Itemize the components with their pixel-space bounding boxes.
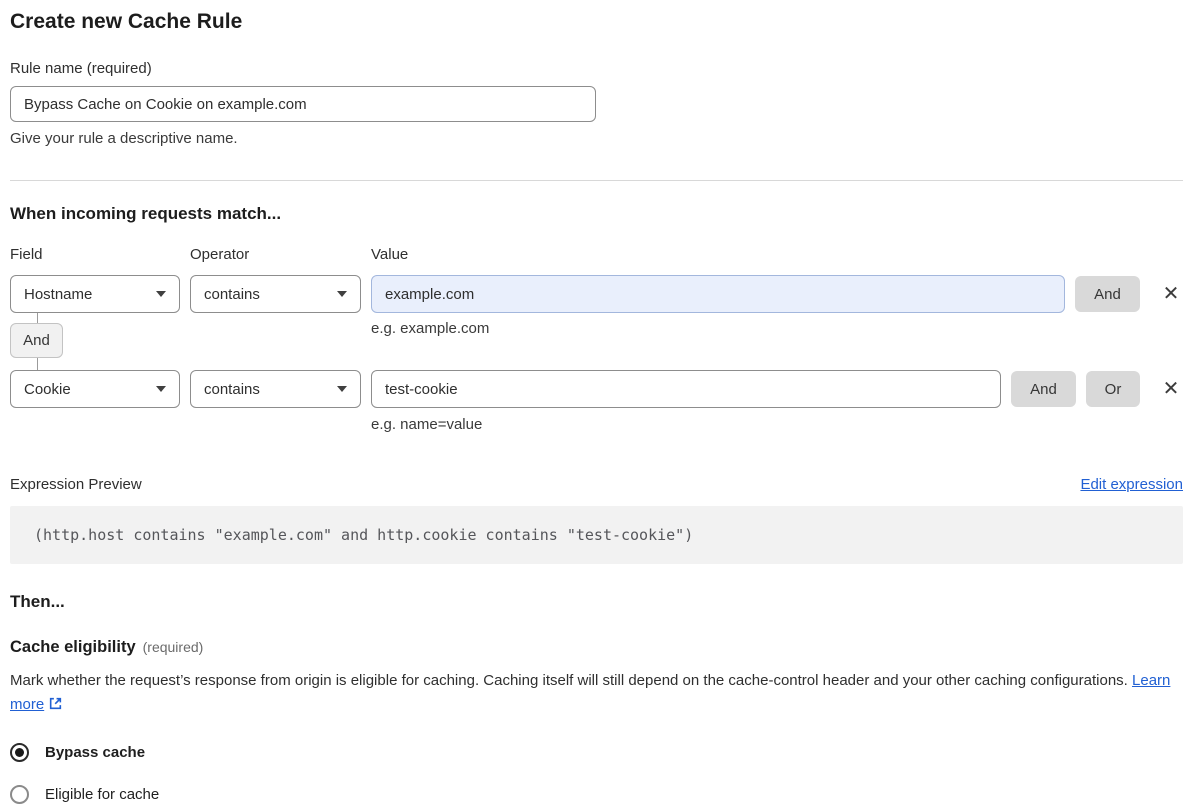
page-title: Create new Cache Rule — [10, 10, 243, 33]
create-cache-rule-page: Create new Cache Rule Rule name (require… — [10, 0, 1183, 804]
chevron-down-icon — [337, 386, 347, 392]
value-input[interactable] — [371, 370, 1001, 408]
condition-column-headers: Field Operator Value — [10, 246, 1183, 263]
description-text: Mark whether the request’s response from… — [10, 672, 1128, 689]
connector-zone: And e.g. example.com — [10, 313, 1183, 370]
add-and-condition-button[interactable]: And — [1011, 371, 1076, 407]
radio-label: Bypass cache — [45, 744, 146, 761]
operator-select[interactable]: contains — [190, 370, 361, 408]
rule-name-input[interactable] — [10, 86, 596, 122]
rule-name-help: Give your rule a descriptive name. — [10, 130, 238, 147]
rule-name-label: Rule name (required) — [10, 60, 152, 77]
operator-select-value: contains — [204, 380, 260, 398]
field-column-header: Field — [10, 246, 43, 263]
value-hint: e.g. name=value — [371, 416, 483, 433]
chevron-down-icon — [156, 386, 166, 392]
field-select[interactable]: Hostname — [10, 275, 180, 313]
close-icon: ✕ — [1162, 283, 1180, 305]
match-section-heading: When incoming requests match... — [10, 204, 282, 223]
required-note: (required) — [142, 639, 204, 655]
field-select-value: Cookie — [24, 380, 71, 398]
cache-eligibility-heading: Cache eligibility (required) — [10, 638, 1183, 657]
radio-option-bypass-cache[interactable]: Bypass cache — [10, 743, 1183, 762]
radio-option-eligible-for-cache[interactable]: Eligible for cache — [10, 785, 1183, 804]
expression-code-block: (http.host contains "example.com" and ht… — [10, 506, 1183, 564]
add-or-condition-button[interactable]: Or — [1086, 371, 1140, 407]
cache-eligibility-title: Cache eligibility — [10, 638, 136, 656]
expression-preview-label: Expression Preview — [10, 476, 142, 493]
remove-condition-button[interactable]: ✕ — [1159, 282, 1183, 306]
cache-eligibility-description: Mark whether the request’s response from… — [10, 669, 1183, 719]
field-select[interactable]: Cookie — [10, 370, 180, 408]
logic-connector-button[interactable]: And — [10, 323, 63, 358]
section-divider — [10, 180, 1183, 181]
condition-row: Cookie contains And Or ✕ — [10, 370, 1183, 408]
value-input[interactable] — [371, 275, 1065, 313]
add-and-condition-button[interactable]: And — [1075, 276, 1140, 312]
value-hint: e.g. example.com — [371, 320, 490, 337]
remove-condition-button[interactable]: ✕ — [1159, 377, 1183, 401]
expression-header: Expression Preview Edit expression — [10, 476, 1183, 493]
radio-label: Eligible for cache — [45, 786, 160, 803]
connector-line — [37, 358, 38, 370]
condition-row: Hostname contains And ✕ — [10, 275, 1183, 313]
connector-line — [37, 313, 38, 323]
operator-select[interactable]: contains — [190, 275, 361, 313]
then-section-heading: Then... — [10, 592, 65, 611]
chevron-down-icon — [156, 291, 166, 297]
operator-select-value: contains — [204, 285, 260, 303]
external-link-icon — [48, 695, 63, 719]
chevron-down-icon — [337, 291, 347, 297]
field-select-value: Hostname — [24, 285, 93, 303]
edit-expression-link[interactable]: Edit expression — [1080, 476, 1183, 493]
value-column-header: Value — [371, 246, 409, 263]
close-icon: ✕ — [1162, 378, 1180, 400]
operator-column-header: Operator — [190, 246, 250, 263]
radio-selected-icon[interactable] — [10, 743, 29, 762]
radio-unselected-icon[interactable] — [10, 785, 29, 804]
